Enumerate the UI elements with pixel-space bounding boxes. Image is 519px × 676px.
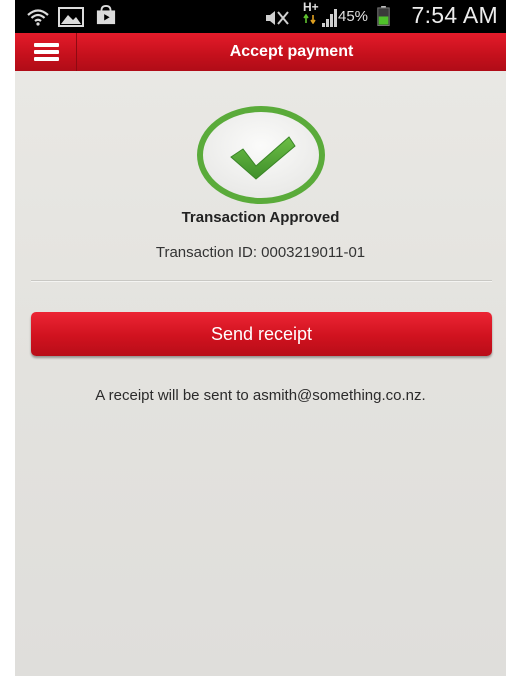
status-bar: H+ 45% 7:54 AM bbox=[15, 0, 506, 33]
network-type-label: H+ bbox=[303, 1, 319, 24]
phone-screen: H+ 45% 7:54 AM Accept payment Transactio… bbox=[15, 0, 506, 676]
battery-percent: 45% bbox=[338, 8, 369, 25]
mute-icon bbox=[266, 11, 289, 25]
app-header: Accept payment bbox=[15, 33, 506, 71]
transaction-status-title: Transaction Approved bbox=[181, 209, 340, 226]
receipt-note: A receipt will be sent to asmith@somethi… bbox=[95, 387, 426, 404]
data-transfer-icon bbox=[303, 14, 316, 24]
divider bbox=[31, 280, 492, 282]
send-receipt-button[interactable]: Send receipt bbox=[31, 312, 492, 356]
battery-icon bbox=[377, 6, 390, 26]
main-content: Transaction Approved Transaction ID: 000… bbox=[15, 71, 506, 676]
page-title: Accept payment bbox=[229, 43, 354, 60]
shopping-bag-icon bbox=[96, 5, 116, 25]
checkmark-circle-icon bbox=[197, 106, 325, 204]
signal-icon bbox=[322, 9, 337, 27]
transaction-id: Transaction ID: 0003219011-01 bbox=[155, 244, 366, 261]
gallery-icon bbox=[58, 7, 84, 27]
menu-button[interactable] bbox=[15, 33, 77, 71]
wifi-icon bbox=[27, 9, 49, 26]
status-clock: 7:54 AM bbox=[411, 2, 498, 28]
